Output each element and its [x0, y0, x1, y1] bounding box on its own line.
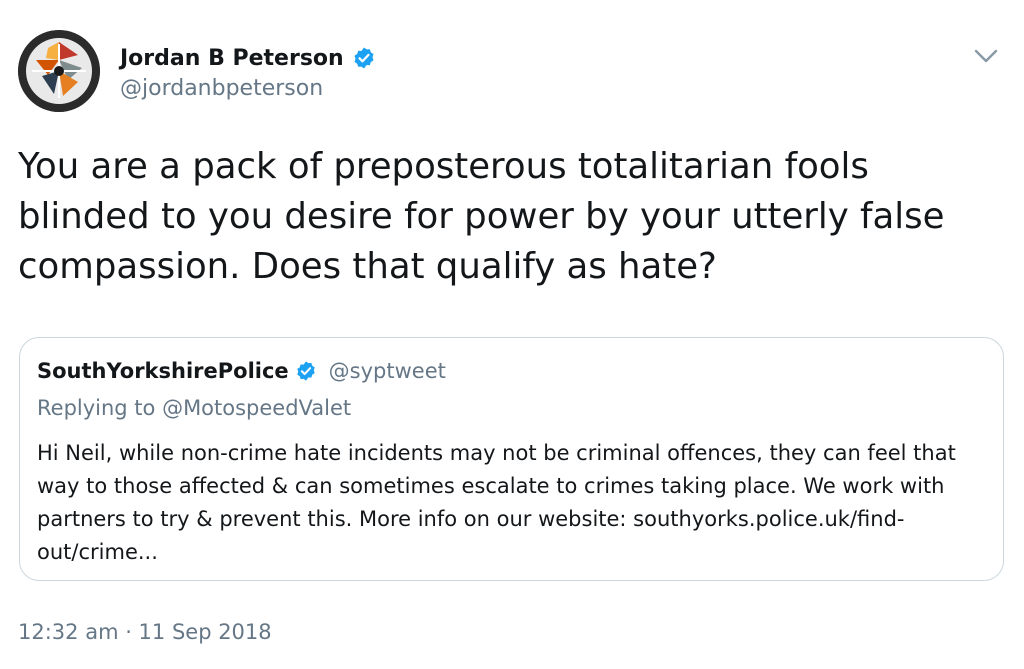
chevron-down-icon [974, 49, 998, 63]
quoted-author-name: SouthYorkshirePolice [37, 359, 289, 383]
verified-badge-icon [352, 46, 376, 70]
quoted-verified-badge-icon [295, 360, 317, 382]
tweet-text: You are a pack of preposterous totalitar… [18, 146, 945, 287]
quoted-tweet-text: Hi Neil, while non-crime hate incidents … [37, 441, 956, 564]
tweet-timestamp[interactable]: 12:32 am · 11 Sep 2018 [18, 620, 272, 644]
replying-to: Replying to @MotospeedValet [37, 396, 352, 420]
quoted-author-handle: @syptweet [328, 359, 446, 383]
author-handle[interactable]: @jordanbpeterson [120, 76, 323, 101]
tweet-card: Jordan B Peterson @jordanbpeterson You a… [0, 0, 1024, 669]
author-name[interactable]: Jordan B Peterson [120, 46, 344, 71]
quoted-tweet-header: SouthYorkshirePolice @syptweet [37, 356, 446, 386]
author-avatar[interactable] [18, 30, 100, 112]
author-name-row: Jordan B Peterson [120, 42, 376, 74]
avatar-logo-icon [18, 30, 100, 112]
tweet-menu-button[interactable] [970, 40, 1002, 72]
quoted-tweet[interactable]: SouthYorkshirePolice @syptweet Replying … [19, 337, 1004, 581]
